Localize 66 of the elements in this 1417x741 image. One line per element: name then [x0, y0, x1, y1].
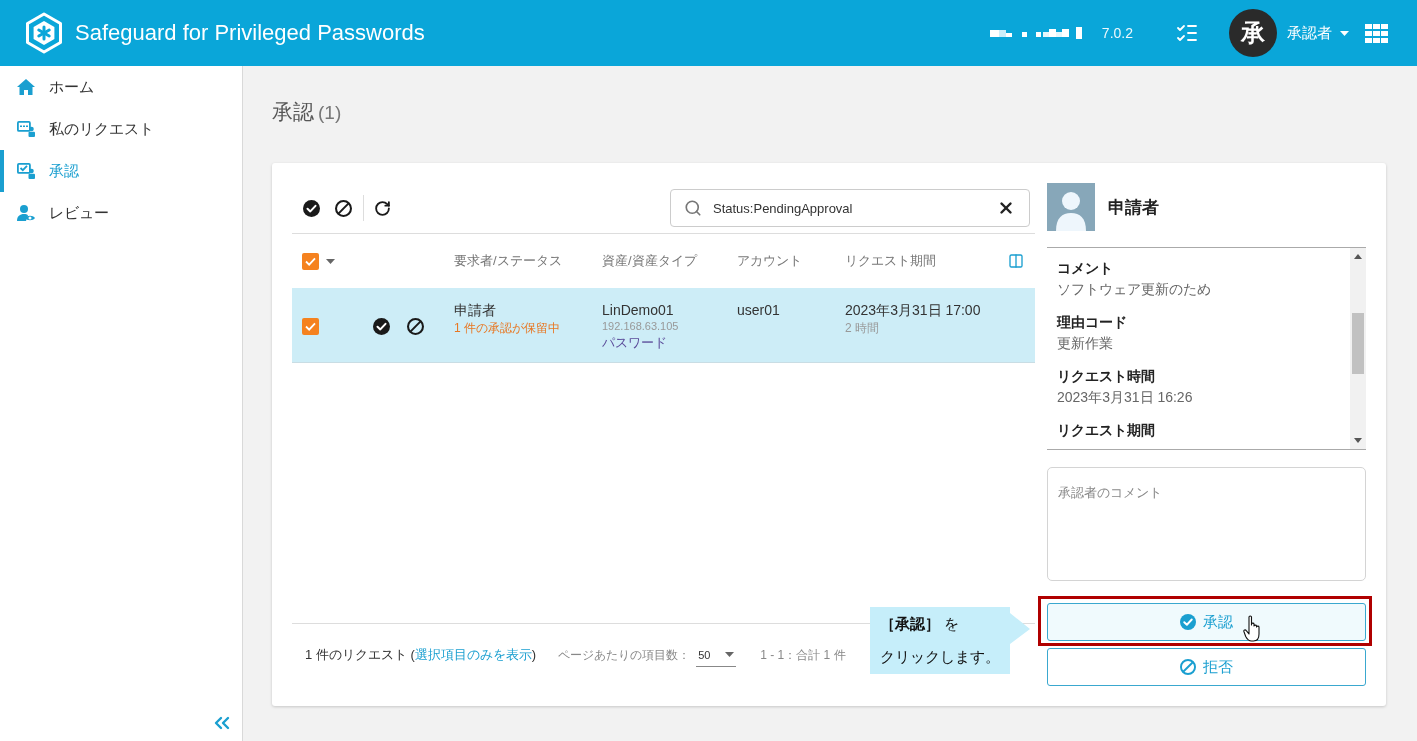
- page-title: 承認 (1): [272, 99, 343, 125]
- user-avatar[interactable]: 承: [1229, 9, 1277, 57]
- user-avatar-icon: [1047, 183, 1095, 231]
- row-checkbox[interactable]: [302, 318, 319, 335]
- ban-icon: [1180, 659, 1196, 675]
- ban-icon[interactable]: [407, 318, 424, 335]
- column-header: 要求者/ステータス: [454, 252, 563, 270]
- per-page-select[interactable]: 50: [696, 643, 737, 667]
- page-range-text: 1 - 1：合計 1 件: [760, 646, 846, 664]
- detail-value: ソフトウェア更新のため: [1057, 280, 1212, 299]
- detail-label: リクエスト期間: [1057, 421, 1156, 440]
- per-page-label: ページあたりの項目数：: [558, 646, 691, 664]
- check-circle-icon[interactable]: [373, 318, 390, 335]
- requester-title: 申請者: [1108, 196, 1159, 219]
- column-header: リクエスト期間: [845, 252, 937, 270]
- detail-label: リクエスト時間: [1057, 367, 1156, 386]
- scroll-down-icon[interactable]: [1354, 438, 1362, 443]
- hand-cursor-icon: [1243, 615, 1261, 642]
- sidebar-item[interactable]: レビュー: [0, 192, 242, 234]
- monitor-check-icon: [17, 163, 35, 179]
- check-circle-icon: [1180, 614, 1196, 630]
- scroll-up-icon[interactable]: [1354, 254, 1362, 259]
- asset-address: 192.168.63.105: [602, 319, 680, 334]
- caret-icon: [326, 258, 335, 264]
- period-start: 2023年3月31日 17:00: [845, 301, 982, 319]
- app-grid-icon[interactable]: [1365, 23, 1388, 43]
- version-text: 7.0.2: [1101, 25, 1133, 41]
- hexagon-logo-icon: [23, 12, 65, 54]
- monitor-user-icon: [17, 121, 35, 137]
- detail-value: 更新作業: [1057, 334, 1114, 353]
- asset-name: LinDemo01: [602, 301, 675, 319]
- refresh-icon[interactable]: [374, 199, 391, 217]
- sidebar-item[interactable]: ホーム: [0, 66, 242, 108]
- columns-icon[interactable]: [1008, 253, 1024, 269]
- requester-name: 申請者: [454, 301, 497, 319]
- table-row[interactable]: 申請者 1 件の承認が保留中 LinDemo01 192.168.63.105 パスワード user01 2023年3月31日 17:00 2 時間: [292, 288, 1035, 363]
- callout-text: ［承認］ を: [880, 614, 960, 634]
- scrollbar-thumb[interactable]: [1352, 313, 1364, 374]
- clear-search-button[interactable]: [997, 199, 1015, 217]
- ban-icon[interactable]: [335, 199, 352, 217]
- detail-label: 理由コード: [1057, 313, 1128, 332]
- check-circle-icon[interactable]: [303, 199, 320, 217]
- detail-label: コメント: [1057, 259, 1114, 278]
- select-all-checkbox[interactable]: [302, 252, 319, 270]
- checkmark-icon: [305, 256, 316, 266]
- search-icon: [684, 199, 702, 217]
- request-count-text: 1 件のリクエスト (選択項目のみを表示): [305, 646, 537, 664]
- caret-icon: [1340, 30, 1349, 36]
- home-icon: [17, 79, 35, 95]
- checkmark-icon: [305, 322, 316, 331]
- app-title: Safeguard for Privileged Passwords: [75, 20, 425, 46]
- asset-type: パスワード: [602, 334, 668, 351]
- account-name: user01: [737, 301, 781, 319]
- search-field[interactable]: Status:PendingApproval: [670, 189, 1030, 227]
- detail-value: 2023年3月31日 16:26: [1057, 388, 1194, 407]
- status-text: 1 件の承認が保留中: [454, 320, 561, 337]
- column-header: アカウント: [737, 252, 803, 270]
- period-duration: 2 時間: [845, 320, 880, 337]
- search-input[interactable]: Status:PendingApproval: [713, 200, 986, 216]
- column-header: 資産/資産タイプ: [602, 252, 699, 270]
- callout-text: クリックします。: [880, 647, 1000, 667]
- sidebar-item[interactable]: 私のリクエスト: [0, 108, 242, 150]
- user-eye-icon: [17, 205, 35, 221]
- scrollbar[interactable]: [1350, 248, 1366, 449]
- comment-field[interactable]: 承認者のコメント: [1047, 467, 1366, 581]
- caret-icon: [725, 652, 735, 657]
